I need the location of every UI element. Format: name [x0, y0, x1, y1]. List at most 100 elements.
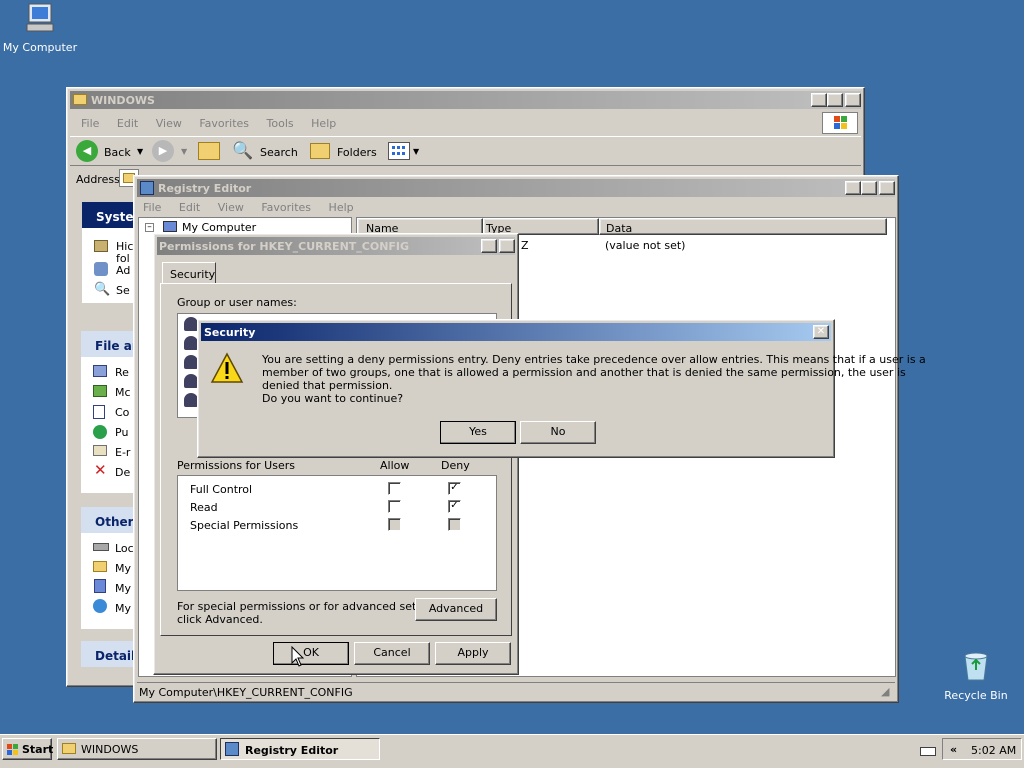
task-link[interactable]: Re: [115, 367, 129, 378]
maximize-button[interactable]: □: [861, 181, 877, 195]
desktop-icon-my-computer[interactable]: My Computer: [0, 2, 80, 54]
minimize-button[interactable]: _: [811, 93, 827, 107]
explorer-title-bar[interactable]: WINDOWS _ □ ✕: [70, 91, 861, 109]
menu-help[interactable]: Help: [329, 201, 354, 214]
task-link[interactable]: Co: [115, 407, 129, 418]
permissions-title-bar[interactable]: Permissions for HKEY_CURRENT_CONFIG ? ✕: [157, 237, 515, 255]
tray-expand-button[interactable]: «: [950, 744, 957, 755]
deny-checkbox[interactable]: ✓: [448, 482, 461, 495]
place-link[interactable]: My: [115, 563, 131, 574]
permissions-header: Permissions for Users: [177, 459, 295, 472]
user-group-icon: [184, 317, 198, 331]
taskbar-task-windows[interactable]: WINDOWS: [57, 738, 217, 760]
search-button[interactable]: Search: [260, 147, 298, 158]
menu-edit[interactable]: Edit: [179, 201, 200, 214]
menu-favorites[interactable]: Favorites: [261, 201, 311, 214]
ok-button[interactable]: OK: [273, 642, 349, 665]
menu-edit[interactable]: Edit: [117, 117, 138, 130]
place-link[interactable]: My: [115, 603, 131, 614]
search-icon[interactable]: 🔍: [232, 141, 253, 161]
allow-checkbox[interactable]: [388, 500, 401, 513]
task-link[interactable]: Mc: [115, 387, 131, 398]
move-icon: [93, 385, 107, 397]
column-header-data[interactable]: Data: [599, 218, 887, 235]
task-link[interactable]: Hic: [116, 241, 133, 252]
details-header[interactable]: Details: [81, 641, 142, 667]
keyboard-icon[interactable]: [920, 747, 936, 756]
maximize-button[interactable]: □: [827, 93, 843, 107]
tree-root[interactable]: My Computer: [182, 222, 256, 233]
menu-view[interactable]: View: [218, 201, 244, 214]
status-bar: My Computer\HKEY_CURRENT_CONFIG ◢: [137, 682, 895, 700]
minimize-button[interactable]: _: [845, 181, 861, 195]
close-button[interactable]: ✕: [879, 181, 895, 195]
value-data[interactable]: (value not set): [605, 240, 685, 251]
start-button[interactable]: Start: [2, 738, 53, 760]
yes-button[interactable]: Yes: [440, 421, 516, 444]
task-link[interactable]: Se: [116, 285, 130, 296]
address-label: Address: [76, 173, 120, 186]
menu-favorites[interactable]: Favorites: [199, 117, 249, 130]
user-group-icon: [184, 374, 198, 388]
close-button[interactable]: ✕: [845, 93, 861, 107]
window-title: Registry Editor: [158, 182, 252, 195]
status-path: My Computer\HKEY_CURRENT_CONFIG: [139, 686, 353, 699]
system-tasks-header[interactable]: System: [82, 202, 146, 228]
message-line: member of two groups, one that is allowe…: [262, 366, 906, 379]
chevron-down-icon[interactable]: ▼: [413, 148, 419, 156]
no-button[interactable]: No: [520, 421, 596, 444]
computer-icon: [163, 221, 177, 232]
place-link[interactable]: My: [115, 583, 131, 594]
dialog-title: Permissions for HKEY_CURRENT_CONFIG: [159, 240, 410, 253]
clock[interactable]: 5:02 AM: [971, 745, 1016, 756]
other-places-header[interactable]: Other: [81, 507, 135, 533]
user-group-icon: [184, 393, 198, 407]
forward-icon[interactable]: ▶: [152, 140, 174, 162]
rename-icon: [93, 365, 107, 377]
advanced-button[interactable]: Advanced: [415, 598, 497, 621]
tab-security[interactable]: Security: [162, 262, 216, 284]
menu-file[interactable]: File: [143, 201, 161, 214]
file-tasks-header[interactable]: File an: [81, 331, 140, 357]
menu-view[interactable]: View: [156, 117, 182, 130]
folders-icon[interactable]: [310, 143, 330, 159]
deny-column: Deny: [441, 459, 470, 472]
other-places-panel: Other Loc My My My: [81, 507, 135, 629]
close-button[interactable]: ✕: [813, 325, 829, 339]
permission-name: Read: [190, 501, 218, 514]
user-group-icon: [184, 355, 198, 369]
task-link[interactable]: E-r: [115, 447, 130, 458]
close-button[interactable]: ✕: [499, 239, 515, 253]
value-type[interactable]: Z: [521, 240, 529, 251]
message-line: You are setting a deny permissions entry…: [262, 353, 926, 366]
desktop-icon-label: My Computer: [2, 41, 78, 54]
chevron-down-icon[interactable]: ▼: [181, 148, 187, 156]
help-button[interactable]: ?: [481, 239, 497, 253]
menu-tools[interactable]: Tools: [267, 117, 294, 130]
security-title-bar[interactable]: Security ✕: [201, 323, 831, 341]
task-link[interactable]: fol: [116, 253, 130, 264]
task-link[interactable]: De: [115, 467, 130, 478]
place-link[interactable]: Loc: [115, 543, 134, 554]
add-remove-icon: [94, 262, 108, 276]
task-link[interactable]: Pu: [115, 427, 128, 438]
desktop-icon-recycle-bin[interactable]: Recycle Bin: [936, 650, 1016, 702]
back-icon[interactable]: ◀: [76, 140, 98, 162]
allow-checkbox[interactable]: [388, 482, 401, 495]
menu-file[interactable]: File: [81, 117, 99, 130]
views-icon[interactable]: [388, 142, 410, 160]
taskbar-task-registry-editor[interactable]: Registry Editor: [220, 738, 380, 760]
apply-button[interactable]: Apply: [435, 642, 511, 665]
task-link[interactable]: Ad: [116, 265, 130, 276]
back-button[interactable]: Back: [104, 147, 131, 158]
folders-button[interactable]: Folders: [337, 147, 377, 158]
collapse-icon[interactable]: –: [145, 223, 154, 232]
cancel-button[interactable]: Cancel: [354, 642, 430, 665]
resize-grip-icon[interactable]: ◢: [881, 686, 889, 697]
up-folder-icon[interactable]: [198, 142, 220, 160]
deny-checkbox[interactable]: ✓: [448, 500, 461, 513]
user-group-icon: [184, 336, 198, 350]
regedit-title-bar[interactable]: Registry Editor _ □ ✕: [137, 179, 895, 197]
menu-help[interactable]: Help: [311, 117, 336, 130]
chevron-down-icon[interactable]: ▼: [137, 148, 143, 156]
